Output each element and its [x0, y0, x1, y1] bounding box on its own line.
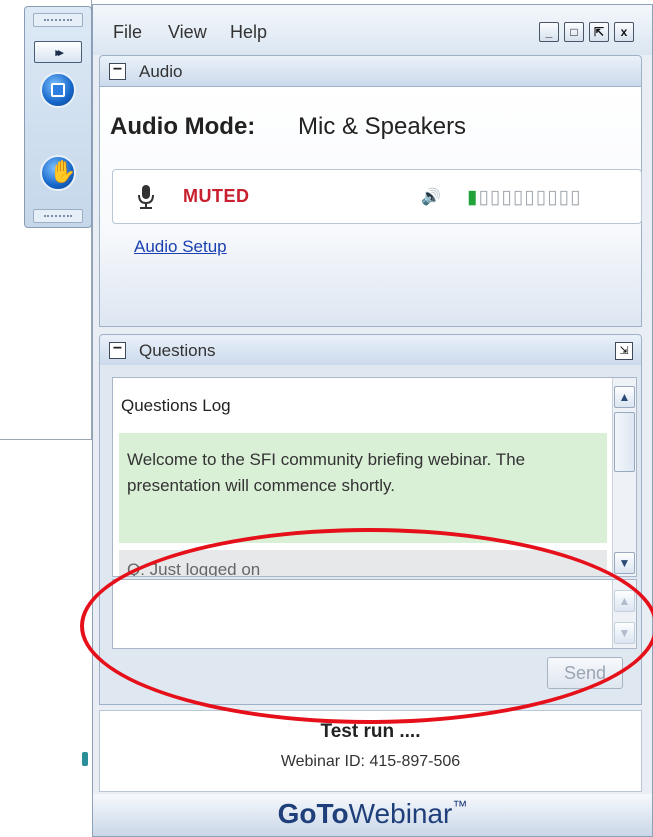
menu-bar: File View Help _ □ ⇱ x — [93, 5, 652, 55]
menu-help[interactable]: Help — [230, 22, 267, 43]
speaker-icon: 🔊 — [421, 189, 441, 206]
audio-setup-link[interactable]: Audio Setup — [134, 237, 227, 257]
menu-view[interactable]: View — [168, 22, 207, 43]
speaker-level-meter: ▮▯▯▯▯▯▯▯▯▯ — [467, 186, 582, 209]
input-scroll-down-icon[interactable]: ▼ — [614, 622, 635, 644]
microphone-icon[interactable] — [137, 184, 155, 210]
input-scroll-up-icon[interactable]: ▲ — [614, 590, 635, 612]
session-title: Test run .... — [320, 721, 421, 742]
background-fragment — [82, 752, 88, 766]
raise-hand-button[interactable]: ✋ — [40, 155, 76, 191]
audio-status-box: MUTED 🔊 ▮▯▯▯▯▯▯▯▯▯ — [112, 169, 642, 224]
log-message-question: Q: Just logged on — [119, 550, 607, 576]
questions-log-title: Questions Log — [121, 396, 231, 415]
hand-icon: ✋ — [49, 159, 77, 184]
scroll-down-arrow-icon[interactable]: ▼ — [614, 552, 635, 574]
audio-mode-label: Audio Mode: — [110, 113, 256, 140]
close-button[interactable]: x — [614, 22, 634, 42]
audio-collapse-button[interactable]: − — [109, 62, 126, 80]
questions-popout-button[interactable]: ⇲ — [615, 342, 633, 360]
scroll-thumb[interactable] — [614, 412, 635, 472]
toolbar-grip-top[interactable] — [33, 13, 83, 27]
question-input[interactable] — [113, 580, 613, 648]
audio-mode-value: Mic & Speakers — [298, 113, 467, 140]
audio-section-header: − Audio — [99, 55, 642, 87]
log-scrollbar[interactable]: ▲ ▼ — [612, 378, 636, 576]
level-meter-on: ▮ — [467, 187, 479, 208]
show-screen-button[interactable] — [40, 72, 76, 108]
questions-collapse-button[interactable]: − — [109, 341, 126, 359]
question-input-box[interactable]: ▲ ▼ — [112, 579, 637, 649]
audio-section-body: Audio Mode: Mic & Speakers MUTED 🔊 ▮▯▯▯▯… — [99, 87, 642, 327]
questions-section-body: Questions Log Welcome to the SFI communi… — [99, 365, 642, 705]
floating-control-toolbar: ▸▸ ✋ — [24, 6, 92, 228]
gotowebinar-control-panel: File View Help _ □ ⇱ x − Audio Audio Mod… — [92, 4, 653, 837]
questions-log[interactable]: Questions Log Welcome to the SFI communi… — [112, 377, 637, 577]
menu-file[interactable]: File — [113, 22, 142, 43]
level-meter-off: ▯▯▯▯▯▯▯▯▯ — [478, 187, 582, 208]
webinar-id: Webinar ID: 415-897-506 — [280, 753, 461, 770]
input-scrollbar[interactable]: ▲ ▼ — [612, 580, 636, 648]
popout-button[interactable]: ⇱ — [589, 22, 609, 42]
minimize-button[interactable]: _ — [539, 22, 559, 42]
session-info: Test run .... Webinar ID: 415-897-506 — [99, 710, 642, 792]
log-message-welcome: Welcome to the SFI community briefing we… — [119, 433, 607, 543]
scroll-up-arrow-icon[interactable]: ▲ — [614, 386, 635, 408]
toolbar-grip-bottom[interactable] — [33, 209, 83, 223]
questions-section-title: Questions — [139, 341, 216, 360]
gotowebinar-logo: GoToWebinar™ — [277, 798, 468, 829]
audio-section-title: Audio — [139, 62, 183, 81]
expand-panel-button[interactable]: ▸▸ — [34, 41, 82, 63]
questions-section-header: − Questions ⇲ — [99, 334, 642, 366]
mic-muted-status: MUTED — [183, 186, 250, 206]
maximize-button[interactable]: □ — [564, 22, 584, 42]
brand-footer: GoToWebinar™ — [93, 794, 652, 836]
send-button[interactable]: Send — [547, 657, 623, 689]
